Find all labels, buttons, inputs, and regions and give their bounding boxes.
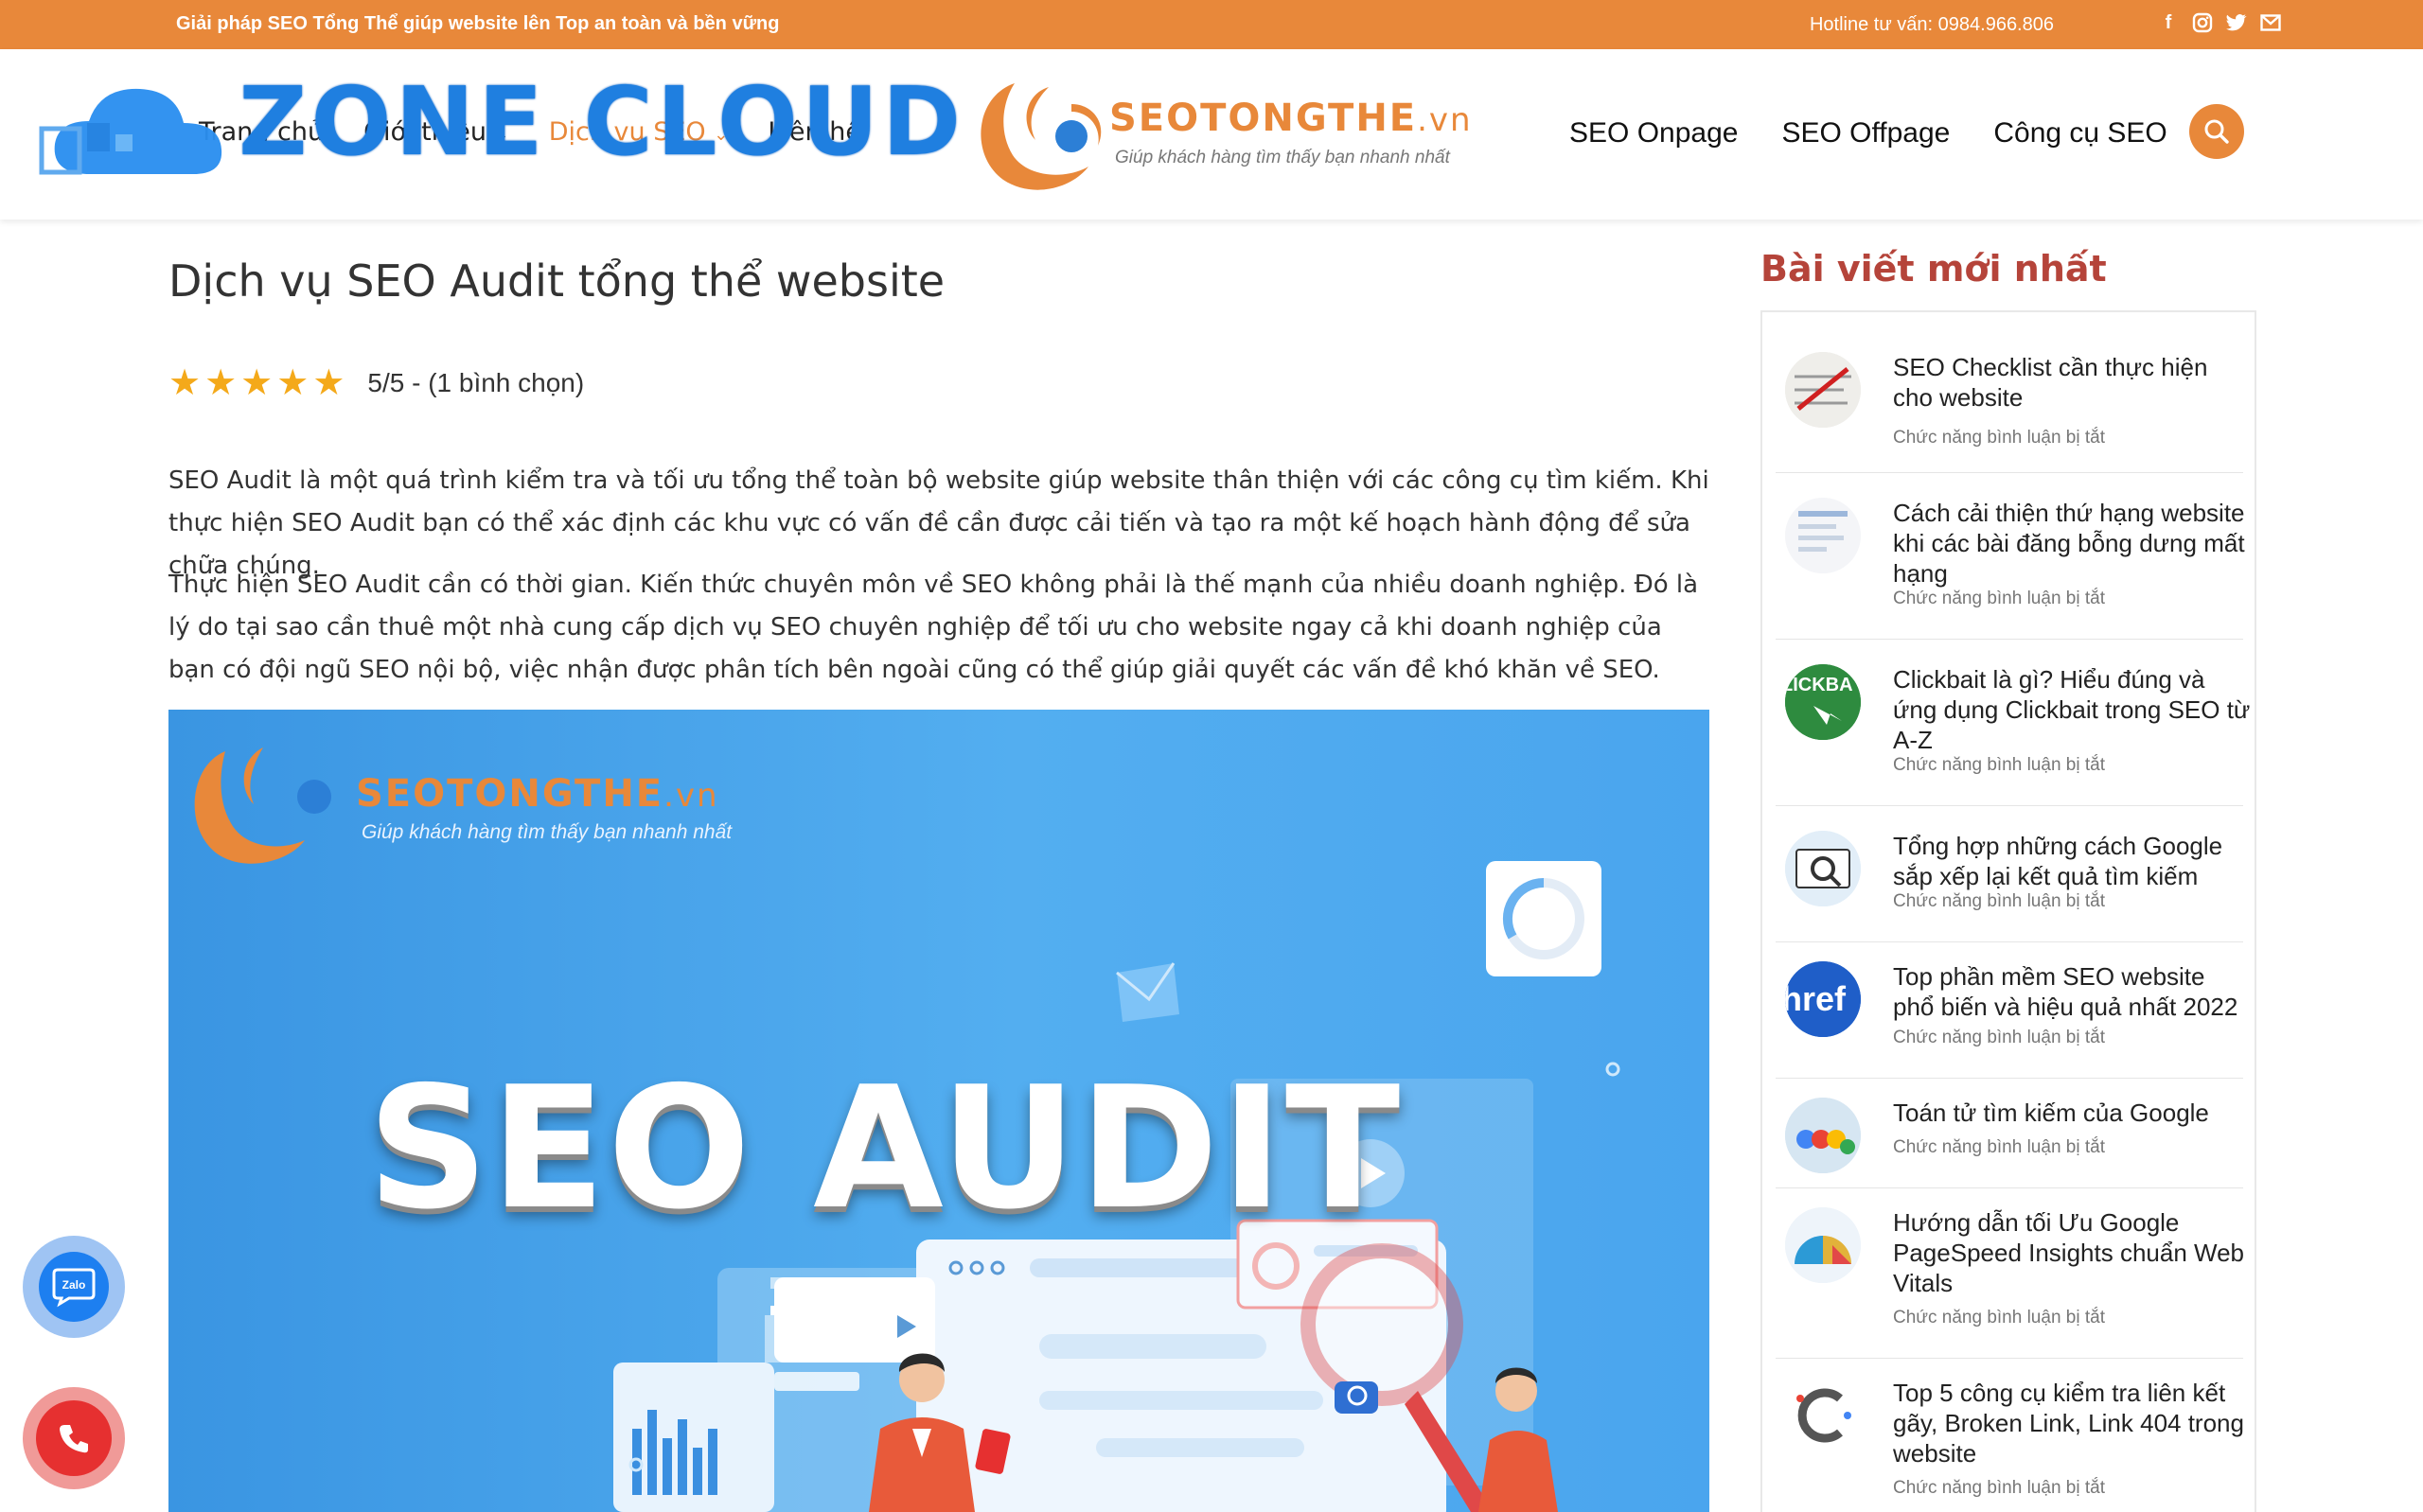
post-meta: Chức năng bình luận bị tắt bbox=[1893, 428, 2105, 448]
star-icon[interactable]: ★ bbox=[204, 365, 237, 401]
recent-post-item[interactable]: Cách cải thiện thứ hạng website khi các … bbox=[1776, 473, 2245, 640]
brand-suffix: .vn bbox=[1417, 101, 1473, 139]
email-icon[interactable] bbox=[2260, 11, 2281, 34]
post-meta: Chức năng bình luận bị tắt bbox=[1893, 755, 2105, 775]
banner-brand-text: SEOTONGTHE bbox=[356, 772, 664, 816]
star-icon[interactable]: ★ bbox=[240, 365, 273, 401]
search-icon bbox=[2204, 119, 2229, 144]
facebook-icon[interactable]: f bbox=[2158, 11, 2179, 34]
recent-post-item[interactable]: Top 5 công cụ kiểm tra liên kết gãy, Bro… bbox=[1776, 1359, 2244, 1512]
post-title[interactable]: Hướng dẫn tối Ưu Google PageSpeed Insigh… bbox=[1893, 1207, 2253, 1298]
post-thumbnail[interactable] bbox=[1785, 1098, 1861, 1173]
brand-name: SEOTONGTHE.vn bbox=[1109, 97, 1473, 140]
recent-post-item[interactable]: SEO Checklist cần thực hiện cho website … bbox=[1776, 320, 2243, 473]
article-title: Dịch vụ SEO Audit tổng thể website bbox=[168, 255, 946, 307]
recent-posts-widget: SEO Checklist cần thực hiện cho website … bbox=[1760, 310, 2256, 1512]
instagram-icon[interactable] bbox=[2192, 11, 2213, 34]
recent-post-item[interactable]: LICKBA Clickbait là gì? Hiểu đúng và ứng… bbox=[1776, 640, 2250, 806]
zalo-label: Zalo bbox=[62, 1278, 86, 1292]
zone-cloud-watermark: ZONE CLOUD bbox=[239, 66, 965, 177]
recent-post-item[interactable]: Hướng dẫn tối Ưu Google PageSpeed Insigh… bbox=[1776, 1188, 2244, 1359]
post-thumbnail[interactable] bbox=[1785, 831, 1861, 906]
post-meta: Chức năng bình luận bị tắt bbox=[1893, 1308, 2105, 1327]
recent-post-item[interactable]: Tổng hợp những cách Google sắp xếp lại k… bbox=[1776, 806, 2243, 942]
post-title[interactable]: Top 5 công cụ kiểm tra liên kết gãy, Bro… bbox=[1893, 1378, 2253, 1468]
sidebar-heading: Bài viết mới nhất bbox=[1760, 248, 2107, 290]
rating-stars[interactable]: ★ ★ ★ ★ ★ bbox=[168, 365, 345, 401]
post-title[interactable]: Cách cải thiện thứ hạng website khi các … bbox=[1893, 498, 2253, 589]
call-button[interactable] bbox=[23, 1387, 125, 1489]
social-links: f bbox=[2158, 11, 2281, 34]
post-title[interactable]: Top phần mềm SEO website phổ biến và hiệ… bbox=[1893, 961, 2253, 1022]
top-tagline: Giải pháp SEO Tổng Thể giúp website lên … bbox=[176, 13, 780, 34]
post-meta: Chức năng bình luận bị tắt bbox=[1893, 1137, 2105, 1157]
post-thumbnail[interactable] bbox=[1785, 498, 1861, 573]
hotline-link[interactable]: Hotline tư vấn: 0984.966.806 bbox=[1810, 14, 2054, 36]
rating-widget[interactable]: ★ ★ ★ ★ ★ 5/5 - (1 bình chọn) bbox=[168, 365, 584, 401]
post-meta: Chức năng bình luận bị tắt bbox=[1893, 589, 2105, 608]
article-paragraph: Thực hiện SEO Audit cần có thời gian. Ki… bbox=[168, 571, 1699, 684]
post-title[interactable]: Toán tử tìm kiếm của Google bbox=[1893, 1098, 2253, 1128]
post-meta: Chức năng bình luận bị tắt bbox=[1893, 891, 2105, 911]
banner-brand: SEOTONGTHE.vn bbox=[356, 772, 719, 816]
post-thumbnail[interactable]: href bbox=[1785, 961, 1861, 1037]
nav-seo-onpage[interactable]: SEO Onpage bbox=[1569, 117, 1738, 149]
banner-brand-suffix: .vn bbox=[663, 777, 719, 815]
site-header: Trang chủ Giới thiệu ⌄ Dịch vụ SEO ⌄ Liê… bbox=[0, 49, 2423, 220]
banner-title: SEO AUDIT bbox=[367, 1050, 1403, 1246]
nav-seo-offpage[interactable]: SEO Offpage bbox=[1781, 117, 1950, 149]
star-icon[interactable]: ★ bbox=[168, 365, 201, 401]
nav-seo-tools[interactable]: Công cụ SEO bbox=[1993, 117, 2167, 149]
zalo-chat-button[interactable]: Zalo bbox=[23, 1236, 125, 1338]
thumb-label: href bbox=[1785, 979, 1847, 1018]
zalo-icon: Zalo bbox=[39, 1252, 109, 1322]
right-nav: SEO Onpage SEO Offpage Công cụ SEO bbox=[1569, 117, 2167, 149]
post-thumbnail[interactable]: LICKBA bbox=[1785, 664, 1861, 740]
post-thumbnail[interactable] bbox=[1785, 1378, 1861, 1453]
post-thumbnail[interactable] bbox=[1785, 352, 1861, 428]
star-icon[interactable]: ★ bbox=[312, 365, 345, 401]
post-meta: Chức năng bình luận bị tắt bbox=[1893, 1028, 2105, 1047]
phone-icon bbox=[36, 1400, 112, 1476]
post-title[interactable]: Tổng hợp những cách Google sắp xếp lại k… bbox=[1893, 831, 2253, 891]
recent-post-item[interactable]: href Top phần mềm SEO website phổ biến v… bbox=[1776, 942, 2243, 1079]
post-meta: Chức năng bình luận bị tắt bbox=[1893, 1478, 2105, 1498]
rating-text: 5/5 - (1 bình chọn) bbox=[367, 368, 585, 397]
search-button[interactable] bbox=[2189, 104, 2244, 159]
thumb-label: LICKBA bbox=[1785, 675, 1853, 695]
post-title[interactable]: Clickbait là gì? Hiểu đúng và ứng dụng C… bbox=[1893, 664, 2253, 755]
star-icon[interactable]: ★ bbox=[276, 365, 309, 401]
post-title[interactable]: SEO Checklist cần thực hiện cho website bbox=[1893, 352, 2253, 413]
brand-slogan: Giúp khách hàng tìm thấy bạn nhanh nhất bbox=[1115, 148, 1450, 167]
twitter-icon[interactable] bbox=[2226, 11, 2247, 34]
brand-name-text: SEOTONGTHE bbox=[1109, 97, 1418, 140]
banner-slogan: Giúp khách hàng tìm thấy bạn nhanh nhất bbox=[362, 821, 733, 843]
top-bar: Giải pháp SEO Tổng Thể giúp website lên … bbox=[0, 0, 2423, 49]
article-featured-image: SEOTONGTHE.vn Giúp khách hàng tìm thấy b… bbox=[168, 710, 1709, 1512]
post-thumbnail[interactable] bbox=[1785, 1207, 1861, 1283]
recent-post-item[interactable]: Toán tử tìm kiếm của Google Chức năng bì… bbox=[1776, 1079, 2243, 1188]
